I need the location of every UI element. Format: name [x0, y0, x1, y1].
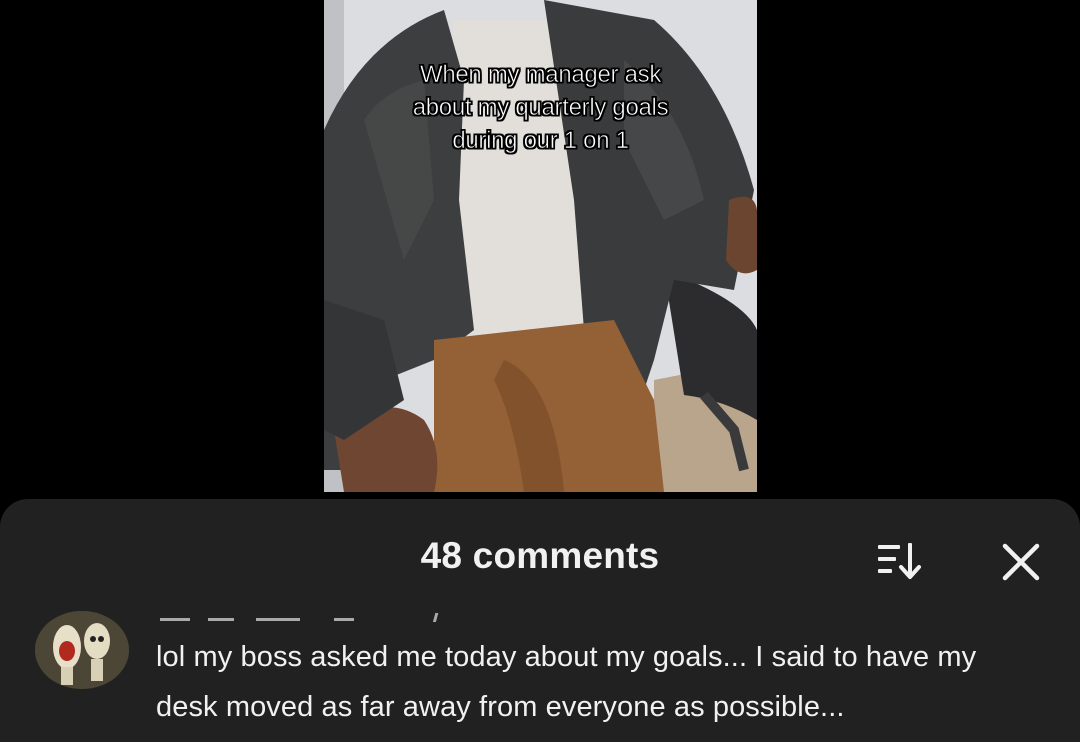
comment-text: lol my boss asked me today about my goal… [156, 641, 977, 723]
close-button[interactable] [996, 537, 1046, 587]
video-caption: When my manager ask about my quarterly g… [324, 58, 757, 157]
comment-author-name-cropped [158, 603, 458, 623]
comments-sheet: 48 comments lol my boss asked me today a… [0, 499, 1080, 742]
caption-line: about my quarterly goals [412, 94, 669, 122]
sort-button[interactable] [872, 539, 928, 585]
sort-icon [878, 543, 921, 579]
caption-line: during our 1 on 1 [452, 127, 629, 155]
video-player[interactable]: When my manager ask about my quarterly g… [324, 0, 757, 492]
close-icon [1002, 543, 1040, 581]
avatar-icon [35, 611, 129, 689]
caption-line: When my manager ask [419, 61, 662, 89]
screen: When my manager ask about my quarterly g… [0, 0, 1080, 742]
comment-avatar[interactable] [35, 611, 129, 689]
